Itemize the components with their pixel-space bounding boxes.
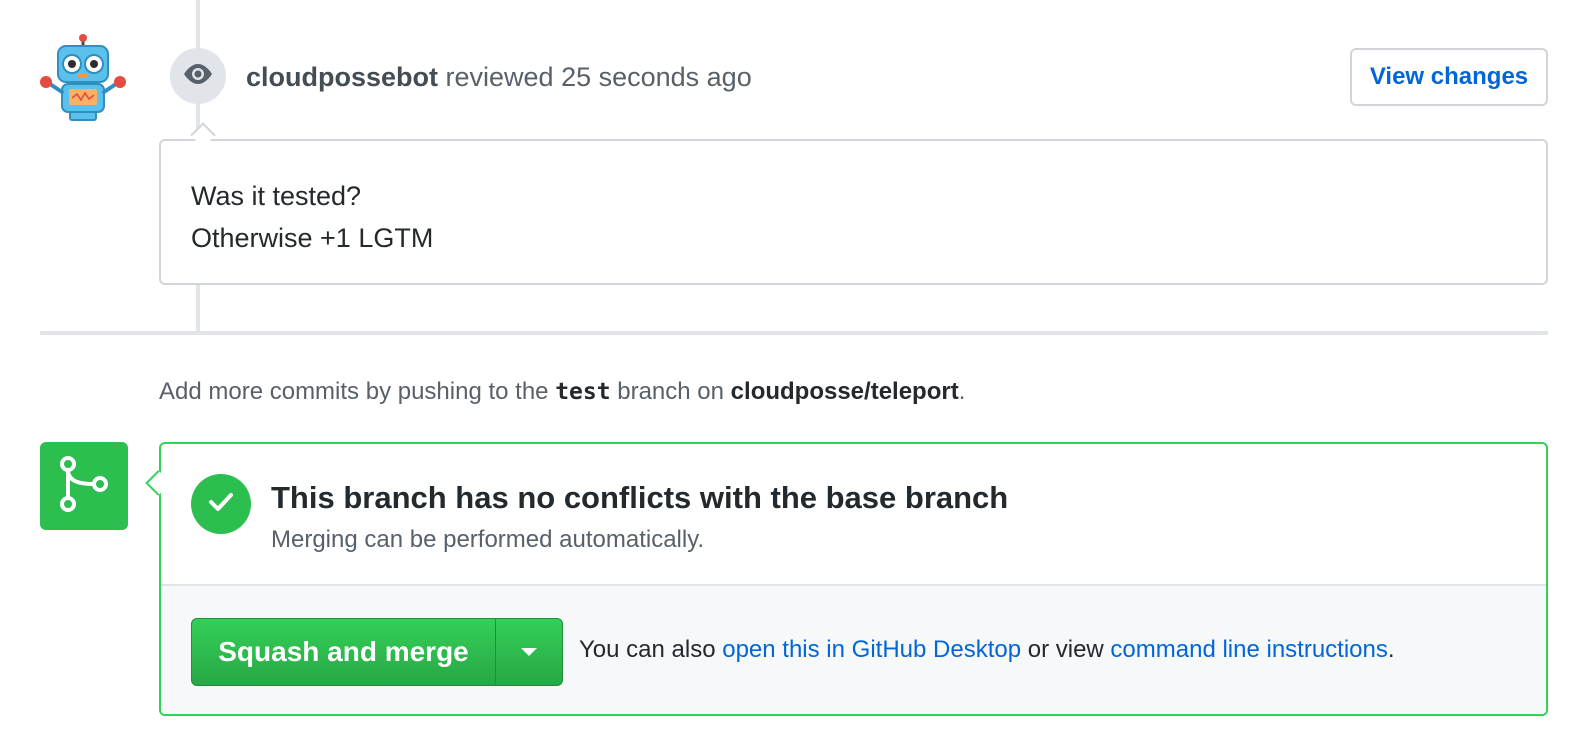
push-hint: Add more commits by pushing to the test …: [159, 378, 965, 406]
alt-middle: or view: [1021, 636, 1111, 663]
view-changes-button[interactable]: View changes: [1350, 48, 1548, 106]
merge-badge: [40, 442, 128, 530]
merge-button-group: Squash and merge: [191, 618, 563, 686]
alt-prefix: You can also: [579, 636, 723, 663]
alt-suffix: .: [1387, 636, 1395, 663]
push-hint-middle: branch on: [610, 378, 731, 405]
caret-down-icon: [521, 648, 537, 656]
merge-method-dropdown[interactable]: [496, 619, 562, 685]
repo-name: cloudposse/teleport: [730, 378, 959, 405]
robot-avatar[interactable]: [36, 32, 130, 126]
status-subtitle: Merging can be performed automatically.: [271, 526, 705, 553]
branch-name: test: [555, 379, 611, 405]
comment-line: Was it tested?: [191, 181, 362, 211]
squash-and-merge-button[interactable]: Squash and merge: [192, 619, 496, 685]
review-badge: [170, 48, 226, 104]
review-author-link[interactable]: cloudpossebot: [246, 62, 438, 92]
timeline-separator: [40, 331, 1548, 335]
merge-actions: Squash and merge You can also open this …: [161, 586, 1546, 714]
merge-panel: This branch has no conflicts with the ba…: [159, 442, 1548, 716]
comment-line: Otherwise +1 LGTM: [191, 223, 434, 253]
review-header: cloudpossebot reviewed 25 seconds ago: [246, 62, 752, 93]
review-action-text: reviewed 25 seconds ago: [438, 62, 752, 92]
command-line-link[interactable]: command line instructions: [1110, 636, 1387, 663]
status-circle: [191, 474, 251, 534]
github-desktop-link[interactable]: open this in GitHub Desktop: [722, 636, 1021, 663]
git-branch-icon: [56, 454, 112, 519]
status-title: This branch has no conflicts with the ba…: [271, 480, 1009, 515]
eye-icon: [182, 63, 214, 90]
merge-status: This branch has no conflicts with the ba…: [161, 444, 1546, 586]
push-hint-suffix: .: [958, 378, 966, 405]
review-comment: Was it tested? Otherwise +1 LGTM: [159, 139, 1548, 285]
push-hint-prefix: Add more commits by pushing to the: [159, 378, 556, 405]
check-icon: [208, 492, 234, 517]
alternative-options: You can also open this in GitHub Desktop…: [579, 636, 1395, 664]
